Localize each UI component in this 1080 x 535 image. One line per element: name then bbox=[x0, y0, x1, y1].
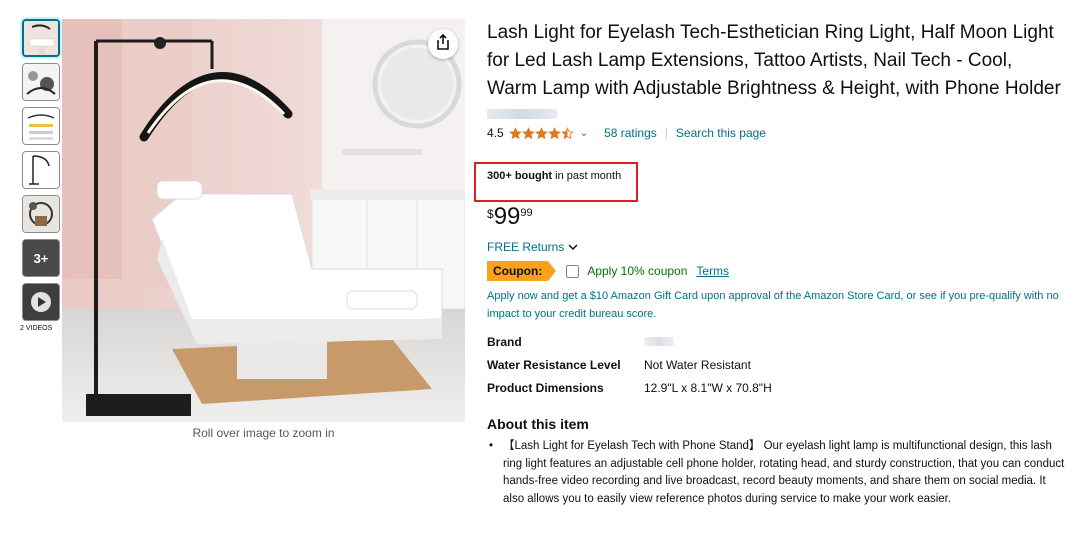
thumbnail-more[interactable]: 3+ bbox=[22, 239, 60, 277]
rating-value: 4.5 bbox=[487, 126, 504, 140]
price: $ 99 99 bbox=[487, 204, 533, 230]
separator: | bbox=[664, 126, 668, 140]
coupon-badge: Coupon: bbox=[487, 261, 557, 281]
apply-coupon-label[interactable]: Apply 10% coupon bbox=[587, 264, 687, 278]
thumbnail-1[interactable] bbox=[22, 19, 60, 57]
zoom-hint: Roll over image to zoom in bbox=[192, 426, 335, 440]
store-card-offer-link[interactable]: Apply now and get a $10 Amazon Gift Card… bbox=[487, 287, 1072, 323]
free-returns-link[interactable]: FREE Returns bbox=[487, 240, 578, 254]
star-icon bbox=[521, 126, 535, 139]
product-specs: Brand Water Resistance Level Not Water R… bbox=[487, 330, 772, 399]
price-fraction: 99 bbox=[520, 207, 533, 219]
star-icon bbox=[547, 126, 561, 139]
thumbnail-video[interactable] bbox=[22, 283, 60, 321]
spec-row-water-resistance: Water Resistance Level Not Water Resista… bbox=[487, 353, 772, 376]
thumbnail-2[interactable] bbox=[22, 63, 60, 101]
spec-label: Water Resistance Level bbox=[487, 357, 621, 372]
about-bullets: 【Lash Light for Eyelash Tech with Phone … bbox=[487, 438, 1067, 508]
chevron-down-icon[interactable]: ⌄ bbox=[580, 128, 588, 139]
coupon-terms-link[interactable]: Terms bbox=[696, 264, 729, 278]
rating-row: 4.5 ⌄ 58 ratings | Search this page bbox=[487, 125, 1062, 141]
chevron-down-icon bbox=[568, 240, 578, 254]
star-icon bbox=[508, 126, 522, 139]
play-icon bbox=[23, 284, 59, 320]
thumbnail-5[interactable] bbox=[22, 195, 60, 233]
thumbnail-strip: 3+ 2 VIDEOS bbox=[20, 19, 62, 332]
price-whole: 99 bbox=[493, 203, 521, 230]
about-this-item-heading: About this item bbox=[487, 416, 589, 432]
bought-period: in past month bbox=[552, 170, 622, 182]
about-bullet: 【Lash Light for Eyelash Tech with Phone … bbox=[487, 438, 1067, 508]
spec-label: Brand bbox=[487, 334, 522, 349]
spec-value-redacted bbox=[644, 337, 674, 346]
main-product-image[interactable] bbox=[62, 19, 465, 422]
ratings-count-link[interactable]: 58 ratings bbox=[604, 126, 657, 140]
highlight-box bbox=[474, 162, 638, 202]
bought-count: 300+ bought bbox=[487, 170, 553, 182]
product-title: Lash Light for Eyelash Tech-Esthetician … bbox=[487, 22, 1061, 99]
share-icon bbox=[435, 33, 451, 55]
search-this-page-link[interactable]: Search this page bbox=[676, 126, 766, 140]
spec-value: 12.9"L x 8.1"W x 70.8"H bbox=[644, 380, 772, 395]
bought-in-past-month: 300+ bought in past month bbox=[487, 170, 621, 182]
spec-row-dimensions: Product Dimensions 12.9"L x 8.1"W x 70.8… bbox=[487, 376, 772, 399]
brand-store-link[interactable] bbox=[487, 109, 557, 119]
star-rating[interactable] bbox=[508, 126, 574, 140]
spec-label: Product Dimensions bbox=[487, 380, 604, 395]
thumbnail-4[interactable] bbox=[22, 151, 60, 189]
thumbnail-3[interactable] bbox=[22, 107, 60, 145]
free-returns-label: FREE Returns bbox=[487, 240, 565, 254]
star-icon bbox=[534, 126, 548, 139]
spec-value: Not Water Resistant bbox=[644, 357, 751, 372]
price-symbol: $ bbox=[487, 207, 494, 221]
coupon-checkbox[interactable] bbox=[566, 264, 580, 278]
coupon-row: Coupon: Apply 10% coupon Terms bbox=[487, 261, 729, 281]
share-button[interactable] bbox=[428, 29, 458, 59]
product-info: Lash Light for Eyelash Tech-Esthetician … bbox=[487, 19, 1062, 141]
more-images-count: 3+ bbox=[33, 250, 49, 266]
videos-label: 2 VIDEOS bbox=[20, 325, 53, 332]
spec-row-brand: Brand bbox=[487, 330, 772, 353]
star-icon bbox=[560, 126, 574, 139]
